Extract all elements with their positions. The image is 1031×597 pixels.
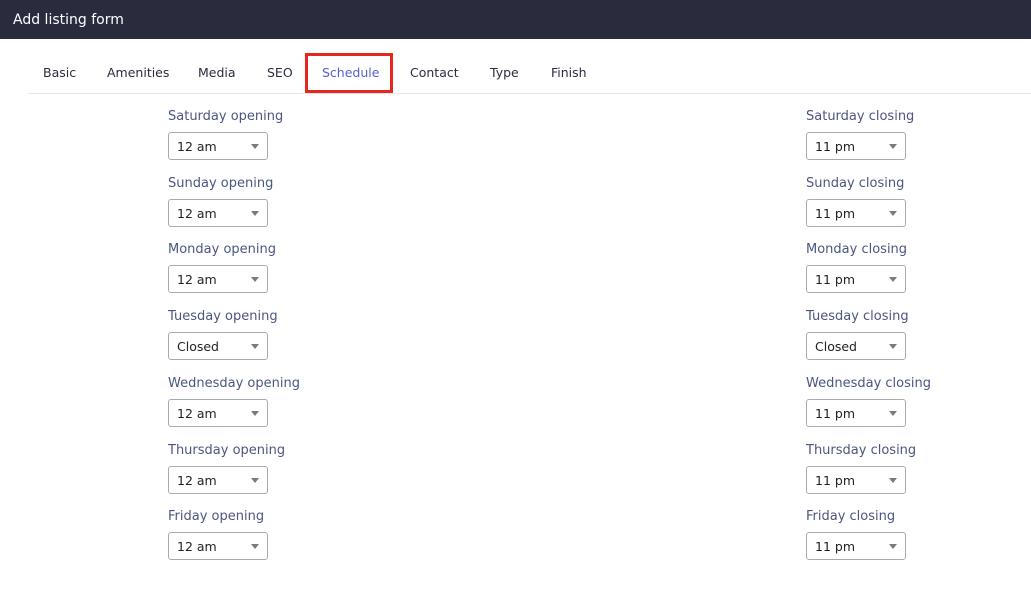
tab-amenities[interactable]: Amenities: [107, 53, 169, 93]
saturday-closing-field: Saturday closing 11 pm: [806, 108, 915, 160]
tuesday-closing-select[interactable]: Closed: [806, 332, 906, 360]
tab-finish[interactable]: Finish: [551, 53, 587, 93]
tab-seo[interactable]: SEO: [267, 53, 293, 93]
tab-basic[interactable]: Basic: [43, 53, 76, 93]
wednesday-closing-label: Wednesday closing: [806, 376, 931, 391]
saturday-opening-field: Saturday opening 12 am: [168, 108, 284, 160]
saturday-closing-select[interactable]: 11 pm: [806, 132, 906, 160]
caret-down-icon: [251, 477, 259, 483]
saturday-closing-label: Saturday closing: [806, 109, 915, 124]
form-tabs: Basic Amenities Media SEO Schedule Conta…: [28, 53, 1031, 94]
sunday-opening-label: Sunday opening: [168, 176, 274, 191]
sunday-opening-field: Sunday opening 12 am: [168, 175, 274, 227]
select-value: 12 am: [177, 472, 217, 488]
friday-opening-field: Friday opening 12 am: [168, 508, 268, 560]
tuesday-closing-label: Tuesday closing: [806, 309, 909, 324]
caret-down-icon: [889, 410, 897, 416]
friday-closing-select[interactable]: 11 pm: [806, 532, 906, 560]
friday-closing-label: Friday closing: [806, 509, 896, 524]
thursday-closing-field: Thursday closing 11 pm: [806, 442, 917, 494]
select-value: 11 pm: [815, 205, 855, 221]
tab-media[interactable]: Media: [198, 53, 236, 93]
caret-down-icon: [251, 343, 259, 349]
caret-down-icon: [889, 210, 897, 216]
wednesday-closing-field: Wednesday closing 11 pm: [806, 375, 931, 427]
caret-down-icon: [251, 543, 259, 549]
monday-opening-select[interactable]: 12 am: [168, 265, 268, 293]
thursday-opening-select[interactable]: 12 am: [168, 466, 268, 494]
select-value: 11 pm: [815, 138, 855, 154]
caret-down-icon: [889, 276, 897, 282]
select-value: 12 am: [177, 138, 217, 154]
select-value: 12 am: [177, 538, 217, 554]
thursday-opening-label: Thursday opening: [168, 443, 286, 458]
monday-closing-label: Monday closing: [806, 242, 908, 257]
page-title: Add listing form: [13, 11, 124, 28]
select-value: Closed: [815, 338, 857, 354]
caret-down-icon: [251, 276, 259, 282]
tuesday-opening-field: Tuesday opening Closed: [168, 308, 278, 360]
monday-opening-label: Monday opening: [168, 242, 276, 257]
monday-closing-select[interactable]: 11 pm: [806, 265, 906, 293]
caret-down-icon: [251, 410, 259, 416]
sunday-closing-label: Sunday closing: [806, 176, 905, 191]
app-header: Add listing form: [0, 0, 1031, 39]
select-value: 12 am: [177, 405, 217, 421]
wednesday-opening-field: Wednesday opening 12 am: [168, 375, 300, 427]
sunday-closing-field: Sunday closing 11 pm: [806, 175, 906, 227]
caret-down-icon: [251, 143, 259, 149]
tab-contact[interactable]: Contact: [410, 53, 459, 93]
saturday-opening-select[interactable]: 12 am: [168, 132, 268, 160]
caret-down-icon: [251, 210, 259, 216]
wednesday-opening-select[interactable]: 12 am: [168, 399, 268, 427]
sunday-opening-select[interactable]: 12 am: [168, 199, 268, 227]
friday-opening-select[interactable]: 12 am: [168, 532, 268, 560]
tuesday-opening-label: Tuesday opening: [168, 309, 278, 324]
tab-schedule[interactable]: Schedule: [322, 53, 379, 93]
select-value: 11 pm: [815, 472, 855, 488]
caret-down-icon: [889, 343, 897, 349]
wednesday-closing-select[interactable]: 11 pm: [806, 399, 906, 427]
caret-down-icon: [889, 543, 897, 549]
sunday-closing-select[interactable]: 11 pm: [806, 199, 906, 227]
select-value: 12 am: [177, 205, 217, 221]
friday-opening-label: Friday opening: [168, 509, 265, 524]
caret-down-icon: [889, 477, 897, 483]
friday-closing-field: Friday closing 11 pm: [806, 508, 906, 560]
wednesday-opening-label: Wednesday opening: [168, 376, 300, 391]
tab-type[interactable]: Type: [490, 53, 519, 93]
select-value: 11 pm: [815, 538, 855, 554]
thursday-closing-label: Thursday closing: [806, 443, 917, 458]
tuesday-closing-field: Tuesday closing Closed: [806, 308, 909, 360]
select-value: 12 am: [177, 271, 217, 287]
select-value: Closed: [177, 338, 219, 354]
saturday-opening-label: Saturday opening: [168, 109, 284, 124]
select-value: 11 pm: [815, 405, 855, 421]
tuesday-opening-select[interactable]: Closed: [168, 332, 268, 360]
select-value: 11 pm: [815, 271, 855, 287]
thursday-opening-field: Thursday opening 12 am: [168, 442, 286, 494]
caret-down-icon: [889, 143, 897, 149]
monday-closing-field: Monday closing 11 pm: [806, 241, 908, 293]
thursday-closing-select[interactable]: 11 pm: [806, 466, 906, 494]
monday-opening-field: Monday opening 12 am: [168, 241, 276, 293]
